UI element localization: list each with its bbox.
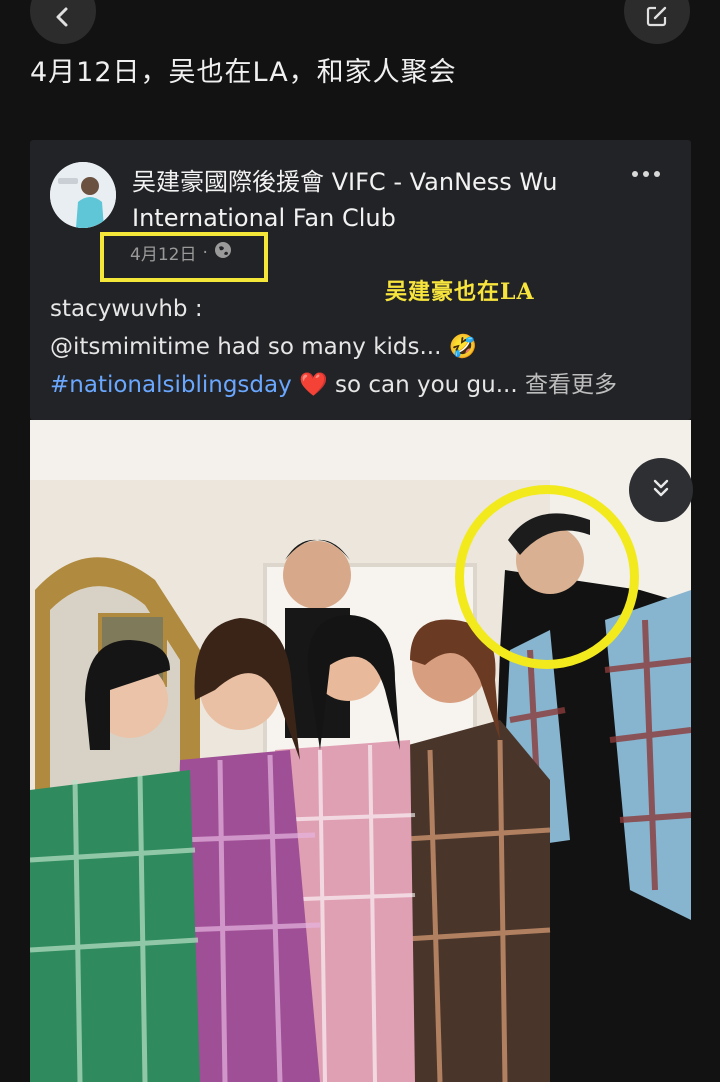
post-card: 吴建豪國際後援會 VIFC - VanNess Wu International… [30, 140, 691, 420]
post-text-line-2: @itsmimitime had so many kids... 🤣 [50, 328, 680, 366]
more-horizontal-icon[interactable] [631, 164, 661, 183]
heart-emoji: ❤️ [299, 372, 328, 398]
highlight-circle [455, 485, 639, 669]
hashtag-link[interactable]: #nationalsiblingsday [50, 372, 292, 398]
post-text-suffix: so can you gu... [334, 372, 518, 398]
edit-button[interactable] [624, 0, 690, 44]
post-text-line-3: #nationalsiblingsday ❤️ so can you gu...… [50, 366, 680, 404]
post-author[interactable]: 吴建豪國際後援會 VIFC - VanNess Wu International… [132, 164, 612, 236]
post-text: stacywuvhb : @itsmimitime had so many ki… [50, 290, 680, 404]
scroll-down-button[interactable] [629, 458, 693, 522]
avatar[interactable] [50, 162, 116, 228]
page-title: 4月12日，吴也在LA，和家人聚会 [30, 57, 457, 88]
chevron-left-icon [52, 6, 74, 32]
see-more-link[interactable]: 查看更多 [525, 372, 617, 398]
post-username-line: stacywuvhb : [50, 296, 203, 322]
laughing-emoji: 🤣 [448, 334, 478, 360]
date-highlight-box [100, 232, 268, 282]
mention-text[interactable]: @itsmimitime had so many kids... [50, 334, 441, 360]
back-button[interactable] [30, 0, 96, 44]
edit-icon [645, 4, 669, 32]
double-chevron-down-icon [650, 477, 672, 503]
